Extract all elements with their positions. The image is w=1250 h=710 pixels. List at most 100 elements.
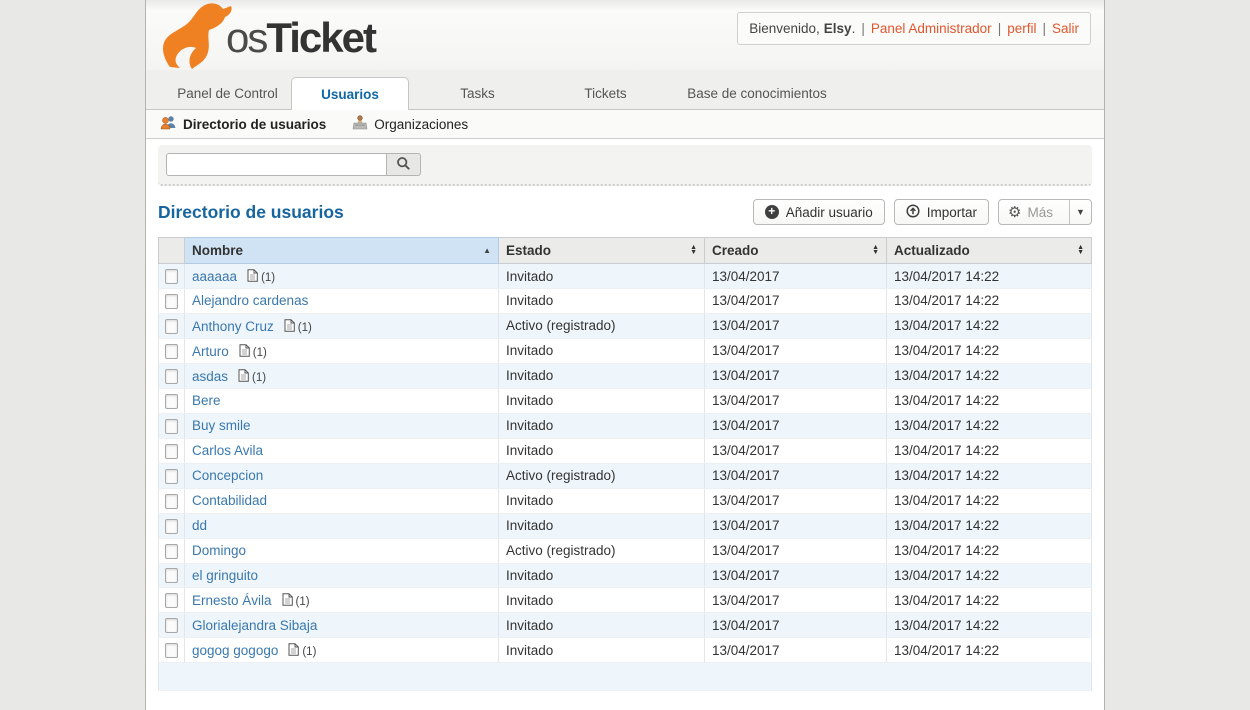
document-count: (1) [302, 646, 316, 658]
user-created-cell: 13/04/2017 [705, 338, 887, 363]
welcome-username: Elsy [824, 21, 852, 36]
user-name-link[interactable]: Buy smile [192, 418, 251, 433]
user-created-cell: 13/04/2017 [705, 438, 887, 463]
more-label: Más [1027, 205, 1053, 220]
table-row: Arturo(1)Invitado13/04/201713/04/2017 14… [159, 338, 1092, 363]
user-created-cell: 13/04/2017 [705, 513, 887, 538]
row-checkbox-cell [159, 613, 185, 638]
user-name-link[interactable]: Bere [192, 393, 221, 408]
primary-nav: Panel de Control Usuarios Tasks Tickets … [146, 70, 1104, 110]
welcome-separator: | [1042, 21, 1046, 36]
row-checkbox[interactable] [165, 519, 178, 534]
user-name-link[interactable]: aaaaaa [192, 269, 237, 284]
row-checkbox[interactable] [165, 294, 178, 309]
user-status-cell: Invitado [499, 413, 705, 438]
user-status-cell: Invitado [499, 438, 705, 463]
subnav-item-organizaciones[interactable]: Organizaciones [352, 115, 468, 133]
subnav-item-label: Directorio de usuarios [183, 117, 326, 132]
page-title: Directorio de usuarios [158, 202, 344, 223]
user-name-link[interactable]: el gringuito [192, 568, 258, 583]
row-checkbox-cell [159, 463, 185, 488]
user-updated-cell: 13/04/2017 14:22 [887, 264, 1092, 289]
user-updated-cell: 13/04/2017 14:22 [887, 289, 1092, 314]
user-updated-cell: 13/04/2017 14:22 [887, 363, 1092, 388]
welcome-greeting: Bienvenido,Elsy. [749, 21, 855, 36]
row-checkbox[interactable] [165, 369, 178, 384]
document-count: (1) [252, 372, 266, 384]
user-name-link[interactable]: gogog gogogo [192, 643, 278, 658]
table-row: asdas(1)Invitado13/04/201713/04/2017 14:… [159, 363, 1092, 388]
user-updated-cell: 13/04/2017 14:22 [887, 313, 1092, 338]
column-header-actualizado[interactable]: Actualizado▲▼ [887, 238, 1092, 264]
user-name-link[interactable]: Domingo [192, 543, 246, 558]
search-button[interactable] [386, 153, 421, 176]
subnav-item-directorio-de-usuarios[interactable]: Directorio de usuarios [160, 115, 326, 133]
user-status-cell: Invitado [499, 338, 705, 363]
user-name-cell: aaaaaa(1) [185, 264, 499, 289]
user-created-cell: 13/04/2017 [705, 488, 887, 513]
document-icon [239, 345, 250, 360]
sort-both-icon: ▲▼ [690, 246, 697, 255]
row-checkbox[interactable] [165, 544, 178, 559]
table-row: Glorialejandra SibajaInvitado13/04/20171… [159, 613, 1092, 638]
row-checkbox[interactable] [165, 344, 178, 359]
row-checkbox[interactable] [165, 618, 178, 633]
column-header-creado[interactable]: Creado▲▼ [705, 238, 887, 264]
row-checkbox[interactable] [165, 419, 178, 434]
row-checkbox[interactable] [165, 394, 178, 409]
user-name-link[interactable]: asdas [192, 369, 228, 384]
welcome-box: Bienvenido,Elsy. | Panel Administrador |… [737, 12, 1091, 45]
row-checkbox[interactable] [165, 444, 178, 459]
welcome-separator: | [998, 21, 1002, 36]
document-icon [238, 370, 249, 385]
user-created-cell: 13/04/2017 [705, 638, 887, 663]
tab-usuarios[interactable]: Usuarios [291, 77, 409, 110]
row-checkbox[interactable] [165, 469, 178, 484]
user-name-link[interactable]: Ernesto Ávila [192, 593, 272, 608]
user-status-cell: Activo (registrado) [499, 313, 705, 338]
tab-tickets[interactable]: Tickets [546, 78, 665, 109]
user-name-link[interactable]: dd [192, 518, 207, 533]
table-row: gogog gogogo(1)Invitado13/04/201713/04/2… [159, 638, 1092, 663]
row-checkbox[interactable] [165, 643, 178, 658]
column-header-estado[interactable]: Estado▲▼ [499, 238, 705, 264]
user-name-cell: Carlos Avila [185, 438, 499, 463]
document-icon [284, 320, 295, 335]
table-row: BereInvitado13/04/201713/04/2017 14:22 [159, 388, 1092, 413]
column-header-nombre[interactable]: Nombre▲ [185, 238, 499, 264]
more-dropdown-toggle[interactable]: ▼ [1069, 200, 1091, 224]
user-status-cell: Activo (registrado) [499, 463, 705, 488]
user-status-cell: Invitado [499, 289, 705, 314]
row-checkbox-cell [159, 388, 185, 413]
add-user-button[interactable]: + Añadir usuario [753, 199, 885, 225]
profile-link[interactable]: perfil [1007, 21, 1036, 36]
user-name-link[interactable]: Concepcion [192, 468, 263, 483]
search-input[interactable] [166, 153, 386, 176]
more-button[interactable]: ⚙ Más ▼ [998, 199, 1092, 225]
user-created-cell: 13/04/2017 [705, 313, 887, 338]
row-checkbox[interactable] [165, 568, 178, 583]
user-name-link[interactable]: Carlos Avila [192, 443, 263, 458]
user-created-cell: 13/04/2017 [705, 413, 887, 438]
user-name-link[interactable]: Glorialejandra Sibaja [192, 618, 317, 633]
more-button-main[interactable]: ⚙ Más [999, 200, 1062, 224]
osticket-logo: osTicket [154, 2, 375, 68]
sort-both-icon: ▲▼ [1077, 246, 1084, 255]
import-button[interactable]: Importar [894, 199, 989, 225]
row-checkbox[interactable] [165, 593, 178, 608]
tab-panel-de-control[interactable]: Panel de Control [164, 78, 291, 109]
user-name-cell: dd [185, 513, 499, 538]
user-name-cell: Buy smile [185, 413, 499, 438]
tab-tasks[interactable]: Tasks [409, 78, 546, 109]
user-name-link[interactable]: Arturo [192, 344, 229, 359]
welcome-separator: | [861, 21, 865, 36]
row-checkbox[interactable] [165, 494, 178, 509]
row-checkbox[interactable] [165, 269, 178, 284]
user-name-link[interactable]: Anthony Cruz [192, 319, 274, 334]
row-checkbox[interactable] [165, 319, 178, 334]
tab-base-de-conocimientos[interactable]: Base de conocimientos [665, 78, 849, 109]
logout-link[interactable]: Salir [1052, 21, 1079, 36]
user-name-link[interactable]: Contabilidad [192, 493, 267, 508]
admin-panel-link[interactable]: Panel Administrador [871, 21, 992, 36]
user-name-link[interactable]: Alejandro cardenas [192, 293, 308, 308]
